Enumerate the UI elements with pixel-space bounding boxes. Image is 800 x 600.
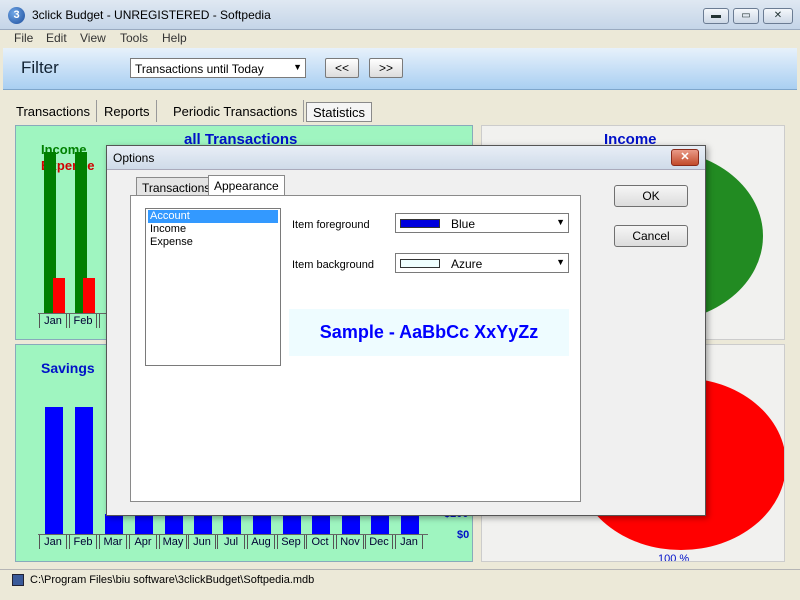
month-label: Nov — [336, 535, 364, 549]
bar-savings-jan-next — [401, 514, 419, 534]
month-label: Mar — [99, 535, 127, 549]
bar-savings-aug — [253, 514, 271, 534]
bar-savings-jul — [223, 514, 241, 534]
filter-dropdown[interactable]: Transactions until Today ▼ — [130, 58, 306, 78]
month-label: Oct — [306, 535, 334, 549]
background-label: Item background — [292, 259, 374, 271]
appearance-sample: Sample - AaBbCc XxYyZz — [289, 309, 569, 356]
filter-dropdown-value: Transactions until Today — [135, 62, 264, 76]
month-label: Aug — [247, 535, 275, 549]
maximize-button[interactable]: ▭ — [733, 8, 759, 24]
tab-appearance[interactable]: Appearance — [208, 175, 285, 197]
month-label: Jun — [188, 535, 216, 549]
previous-period-button[interactable]: << — [325, 58, 359, 78]
appearance-pane: Account Income Expense Item foreground B… — [130, 195, 581, 502]
status-path: C:\Program Files\biu software\3clickBudg… — [30, 574, 315, 586]
bar-expense-jan — [53, 278, 65, 313]
y-axis-label: $0 — [457, 529, 470, 541]
bar-savings-oct — [312, 514, 330, 534]
dialog-title-bar: Options ✕ — [107, 146, 705, 170]
list-item-expense[interactable]: Expense — [148, 236, 278, 249]
bar-savings-nov — [342, 514, 360, 534]
tab-statistics[interactable]: Statistics — [306, 102, 373, 122]
ok-button[interactable]: OK — [614, 185, 688, 207]
tab-transactions[interactable]: Transactions — [10, 100, 97, 122]
bar-savings-sep — [283, 514, 301, 534]
options-dialog: Options ✕ Transactions Appearance Accoun… — [106, 145, 706, 516]
chevron-down-icon: ▼ — [293, 62, 302, 72]
month-label: Sep — [277, 535, 305, 549]
background-swatch — [400, 259, 440, 268]
database-icon — [12, 574, 24, 586]
month-label: Feb — [69, 314, 97, 328]
bar-savings-feb — [75, 407, 93, 534]
bar-savings-may — [165, 514, 183, 534]
month-label: Feb — [69, 535, 97, 549]
bar-savings-mar — [105, 514, 123, 534]
tab-reports[interactable]: Reports — [98, 100, 157, 122]
month-label: Dec — [365, 535, 393, 549]
menu-edit[interactable]: Edit — [46, 31, 67, 45]
chevron-down-icon: ▼ — [556, 257, 565, 267]
status-bar: C:\Program Files\biu software\3clickBudg… — [0, 569, 800, 591]
pie-percent-label: 100 % — [658, 553, 690, 562]
bar-expense-feb — [83, 278, 95, 313]
minimize-button[interactable]: ▬ — [703, 8, 729, 24]
bar-savings-dec — [371, 514, 389, 534]
tab-periodic-transactions[interactable]: Periodic Transactions — [167, 100, 305, 122]
month-label: Jan — [39, 314, 67, 328]
month-label: Jan — [39, 535, 67, 549]
menu-file[interactable]: File — [14, 31, 33, 45]
foreground-swatch — [400, 219, 440, 228]
chart-title-savings: Savings — [41, 360, 95, 376]
bar-savings-apr — [135, 514, 153, 534]
chevron-down-icon: ▼ — [556, 217, 565, 227]
item-listbox[interactable]: Account Income Expense — [145, 208, 281, 366]
list-item-income[interactable]: Income — [148, 223, 278, 236]
list-item-account[interactable]: Account — [148, 210, 278, 223]
filter-bar: Filter Transactions until Today ▼ << >> — [3, 48, 797, 90]
app-icon: 3 — [8, 7, 25, 24]
month-label: May — [159, 535, 187, 549]
menu-view[interactable]: View — [80, 31, 106, 45]
background-value: Azure — [451, 257, 483, 271]
tab-transactions-options[interactable]: Transactions — [136, 177, 217, 197]
close-button[interactable]: ✕ — [763, 8, 793, 24]
month-label: Jan — [395, 535, 423, 549]
menu-help[interactable]: Help — [162, 31, 187, 45]
dialog-close-button[interactable]: ✕ — [671, 149, 699, 166]
title-bar: 3 3click Budget - UNREGISTERED - Softped… — [0, 0, 800, 30]
window-title: 3click Budget - UNREGISTERED - Softpedia — [32, 8, 271, 22]
menu-bar: File Edit View Tools Help — [0, 30, 800, 48]
dialog-title: Options — [113, 151, 155, 165]
month-label: Jul — [217, 535, 245, 549]
bar-savings-jan — [45, 407, 63, 534]
foreground-label: Item foreground — [292, 219, 370, 231]
filter-label: Filter — [21, 58, 59, 77]
menu-tools[interactable]: Tools — [120, 31, 148, 45]
bar-savings-jun — [194, 514, 212, 534]
cancel-button[interactable]: Cancel — [614, 225, 688, 247]
background-color-select[interactable]: Azure ▼ — [395, 253, 569, 273]
month-label: Apr — [129, 535, 157, 549]
foreground-color-select[interactable]: Blue ▼ — [395, 213, 569, 233]
foreground-value: Blue — [451, 217, 476, 231]
next-period-button[interactable]: >> — [369, 58, 403, 78]
